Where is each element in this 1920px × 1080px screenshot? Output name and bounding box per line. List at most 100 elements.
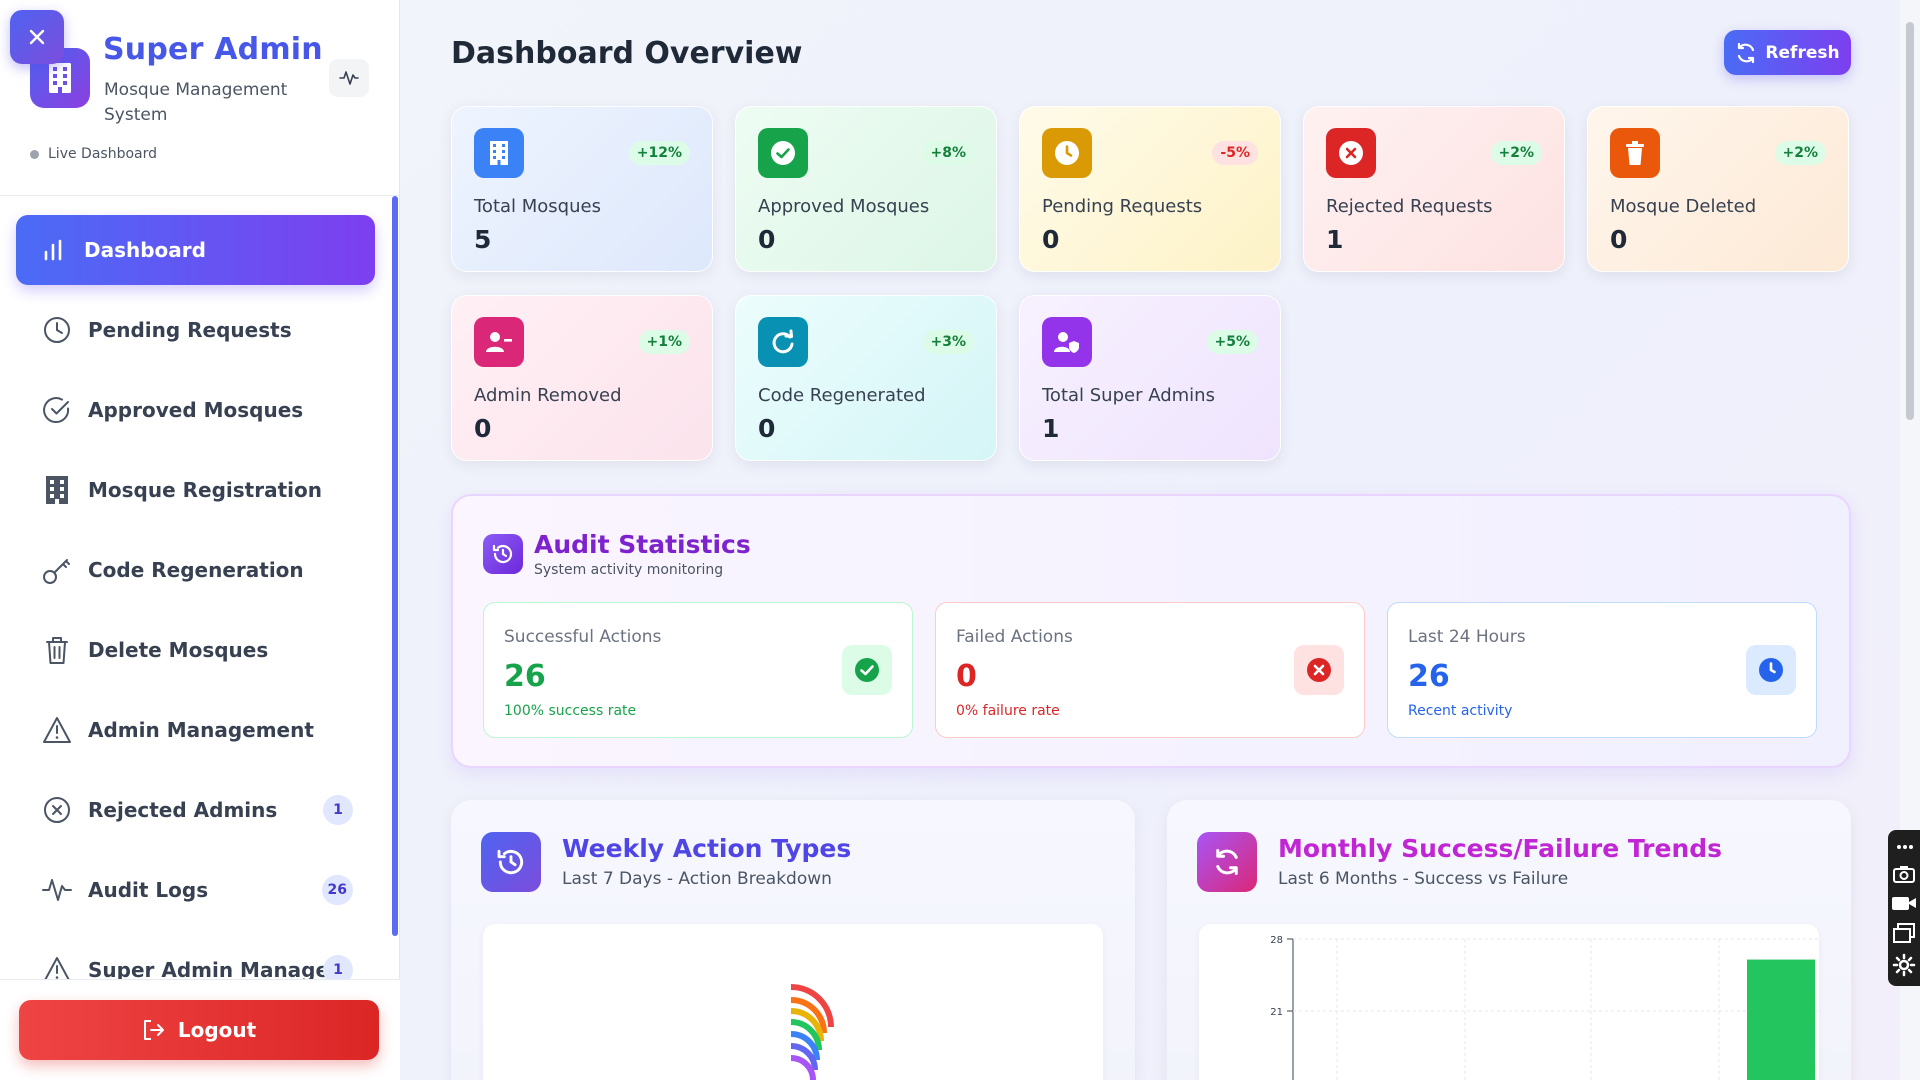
x-circle-icon xyxy=(1326,128,1376,178)
audit-box-value: 0 xyxy=(956,659,977,694)
live-indicator: Live Dashboard xyxy=(30,146,157,162)
sidebar-item-label: Pending Requests xyxy=(88,318,292,342)
sidebar-footer: Logout xyxy=(0,979,400,1080)
sidebar-item-super-admin-management[interactable]: Super Admin Manage... 1 xyxy=(16,935,375,980)
count-badge: 1 xyxy=(323,795,353,825)
change-badge: -5% xyxy=(1212,141,1258,165)
stat-label: Mosque Deleted xyxy=(1610,196,1757,217)
video-icon[interactable] xyxy=(1891,894,1917,912)
trash-icon xyxy=(1610,128,1660,178)
sidebar-item-label: Code Regeneration xyxy=(88,558,304,582)
sidebar-item-audit-logs[interactable]: Audit Logs 26 xyxy=(16,855,375,925)
stat-card-code-regenerated[interactable]: +3% Code Regenerated 0 xyxy=(735,295,997,461)
y-tick-label: 21 xyxy=(1270,1007,1283,1018)
stat-label: Total Mosques xyxy=(474,196,601,217)
sidebar-item-mosque-registration[interactable]: Mosque Registration xyxy=(16,455,375,525)
brand-subtitle: Mosque Management System xyxy=(104,80,288,125)
check-circle-icon xyxy=(758,128,808,178)
stat-label: Code Regenerated xyxy=(758,385,926,406)
activity-icon xyxy=(42,875,72,905)
camera-icon[interactable] xyxy=(1892,864,1916,884)
stat-card-approved-mosques[interactable]: +8% Approved Mosques 0 xyxy=(735,106,997,272)
stat-label: Total Super Admins xyxy=(1042,385,1215,406)
status-dot xyxy=(30,149,39,159)
refresh-label: Refresh xyxy=(1765,42,1840,63)
more-icon[interactable] xyxy=(1893,839,1915,855)
x-circle-icon xyxy=(1294,645,1344,695)
chart-bar[interactable] xyxy=(1747,959,1815,1080)
audit-box-label: Failed Actions xyxy=(956,627,1073,647)
clock-icon xyxy=(42,315,72,345)
sidebar-item-label: Dashboard xyxy=(84,238,206,262)
audit-box-last-24-hours: Last 24 Hours 26 Recent activity xyxy=(1387,602,1817,738)
window-icon[interactable] xyxy=(1892,922,1916,944)
close-icon xyxy=(29,29,45,45)
sidebar-item-rejected-admins[interactable]: Rejected Admins 1 xyxy=(16,775,375,845)
stat-label: Approved Mosques xyxy=(758,196,930,217)
warning-icon xyxy=(42,715,72,745)
monthly-bar-chart: 28 21 14 xyxy=(1270,935,1819,1080)
panel-subtitle: Last 7 Days - Action Breakdown xyxy=(562,869,832,889)
sidebar-item-pending-requests[interactable]: Pending Requests xyxy=(16,295,375,365)
stat-card-rejected-requests[interactable]: +2% Rejected Requests 1 xyxy=(1303,106,1565,272)
close-sidebar-button[interactable] xyxy=(10,10,64,64)
audit-box-note: 0% failure rate xyxy=(956,703,1060,719)
sidebar-item-label: Rejected Admins xyxy=(88,798,278,822)
weekly-action-types-panel: Weekly Action Types Last 7 Days - Action… xyxy=(451,800,1135,1080)
monthly-trends-panel: Monthly Success/Failure Trends Last 6 Mo… xyxy=(1167,800,1851,1080)
history-icon xyxy=(483,534,523,574)
trash-icon xyxy=(42,635,72,665)
stat-card-admin-removed[interactable]: +1% Admin Removed 0 xyxy=(451,295,713,461)
logout-label: Logout xyxy=(177,1018,257,1042)
panel-subtitle: Last 6 Months - Success vs Failure xyxy=(1278,869,1569,889)
audit-box-label: Last 24 Hours xyxy=(1408,627,1526,647)
stat-card-mosque-deleted[interactable]: +2% Mosque Deleted 0 xyxy=(1587,106,1849,272)
sidebar-item-dashboard[interactable]: Dashboard xyxy=(16,215,375,285)
sidebar-item-label: Mosque Registration xyxy=(88,478,322,502)
sidebar-item-label: Super Admin Manage... xyxy=(88,958,352,980)
building-icon xyxy=(42,475,72,505)
panel-title: Weekly Action Types xyxy=(562,834,852,863)
sidebar-scrollbar[interactable] xyxy=(392,196,398,936)
weekly-chart-area xyxy=(483,924,1103,1080)
live-label: Live Dashboard xyxy=(48,146,157,162)
page-title: Dashboard Overview xyxy=(451,36,803,71)
bar-chart-icon xyxy=(38,235,68,265)
activity-button[interactable] xyxy=(329,59,369,97)
change-badge: +2% xyxy=(1490,141,1542,165)
sidebar-item-label: Approved Mosques xyxy=(88,398,304,422)
user-shield-icon xyxy=(1042,317,1092,367)
stat-value: 0 xyxy=(474,414,492,443)
stat-value: 0 xyxy=(1042,225,1060,254)
monthly-chart-area: 28 21 14 xyxy=(1199,924,1819,1080)
logout-icon xyxy=(143,1020,164,1040)
settings-icon[interactable] xyxy=(1892,953,1916,977)
check-circle-icon xyxy=(42,395,72,425)
change-badge: +12% xyxy=(628,141,690,165)
stat-value: 0 xyxy=(1610,225,1628,254)
audit-box-successful: Successful Actions 26 100% success rate xyxy=(483,602,913,738)
page-scrollbar-thumb[interactable] xyxy=(1906,22,1914,420)
stat-value: 0 xyxy=(758,414,776,443)
stat-card-total-super-admins[interactable]: +5% Total Super Admins 1 xyxy=(1019,295,1281,461)
stat-card-pending-requests[interactable]: -5% Pending Requests 0 xyxy=(1019,106,1281,272)
audit-box-value: 26 xyxy=(504,659,546,694)
stat-card-total-mosques[interactable]: +12% Total Mosques 5 xyxy=(451,106,713,272)
sidebar-item-admin-management[interactable]: Admin Management xyxy=(16,695,375,765)
check-circle-icon xyxy=(842,645,892,695)
stat-label: Pending Requests xyxy=(1042,196,1203,217)
sidebar-item-label: Delete Mosques xyxy=(88,638,269,662)
stat-label: Rejected Requests xyxy=(1326,196,1493,217)
audit-subtitle: System activity monitoring xyxy=(534,562,724,578)
sidebar-item-delete-mosques[interactable]: Delete Mosques xyxy=(16,615,375,685)
key-icon xyxy=(42,555,72,585)
warning-icon xyxy=(42,955,72,980)
logout-button[interactable]: Logout xyxy=(19,1000,379,1060)
refresh-button[interactable]: Refresh xyxy=(1724,30,1851,75)
stat-value: 1 xyxy=(1042,414,1060,443)
change-badge: +2% xyxy=(1774,141,1826,165)
sidebar-item-approved-mosques[interactable]: Approved Mosques xyxy=(16,375,375,445)
brand-title: Super Admin xyxy=(103,32,323,67)
sidebar-item-code-regeneration[interactable]: Code Regeneration xyxy=(16,535,375,605)
panel-title: Monthly Success/Failure Trends xyxy=(1278,834,1723,863)
